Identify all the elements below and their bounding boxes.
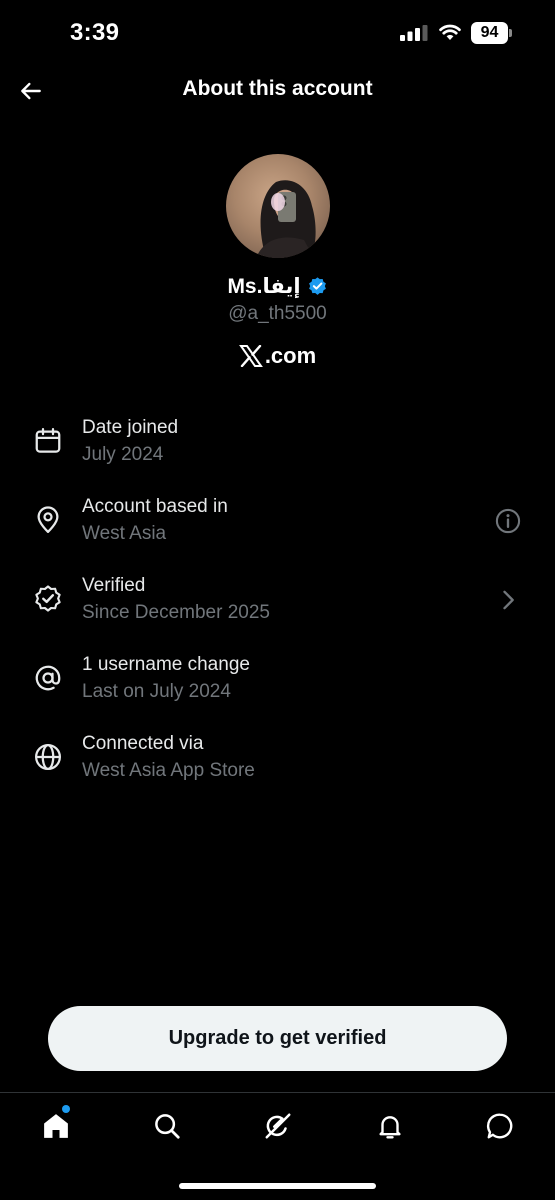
- info-title: Date joined: [82, 417, 179, 438]
- avatar-photo: [255, 180, 316, 258]
- tab-home[interactable]: [39, 1105, 73, 1143]
- info-icon[interactable]: [494, 507, 522, 535]
- cellular-signal-icon: [400, 25, 428, 41]
- home-icon: [44, 1114, 68, 1138]
- account-info-list: Date joined July 2024 Account based in W…: [0, 408, 555, 803]
- chevron-right-icon: [503, 590, 514, 610]
- info-title: Connected via: [82, 733, 204, 754]
- battery-cap: [509, 29, 512, 37]
- calendar-icon: [35, 428, 61, 453]
- verified-badge-icon: [308, 277, 326, 295]
- handle: @a_th5500: [228, 303, 327, 324]
- globe-icon: [35, 744, 61, 770]
- domain-text: .com: [264, 343, 317, 368]
- home-indicator[interactable]: [179, 1183, 376, 1189]
- info-row-connected-via: Connected via West Asia App Store: [0, 724, 555, 803]
- status-time: 3:39: [70, 19, 120, 46]
- header: About this account: [0, 64, 555, 116]
- x-logo-icon: [238, 345, 263, 367]
- info-subtitle: West Asia: [82, 523, 167, 544]
- notification-dot: [62, 1105, 70, 1113]
- info-subtitle: July 2024: [82, 444, 164, 465]
- profile-summary: Ms.إيفا @a_th5500 .com: [0, 154, 555, 369]
- info-subtitle: West Asia App Store: [82, 760, 255, 781]
- info-row-username-change: 1 username change Last on July 2024: [0, 645, 555, 724]
- at-sign-icon: [35, 665, 61, 691]
- location-pin-icon: [37, 506, 59, 533]
- avatar[interactable]: [225, 154, 330, 258]
- search-icon: [155, 1114, 180, 1139]
- tab-notifications[interactable]: [373, 1109, 407, 1143]
- status-bar: 3:39 94: [0, 0, 555, 64]
- info-row-date-joined: Date joined July 2024: [0, 408, 555, 487]
- domain-row: .com: [0, 343, 555, 369]
- messages-icon: [486, 1113, 513, 1139]
- tab-grok[interactable]: [261, 1109, 295, 1143]
- page-title: About this account: [182, 77, 373, 100]
- tab-messages[interactable]: [483, 1109, 517, 1143]
- info-row-verified[interactable]: Verified Since December 2025: [0, 566, 555, 645]
- wifi-icon: [439, 24, 461, 40]
- battery-indicator: 94: [471, 22, 513, 44]
- grok-icon: [265, 1113, 291, 1139]
- info-title: Verified: [82, 575, 146, 596]
- info-title: 1 username change: [82, 654, 250, 675]
- verified-seal-icon: [35, 585, 61, 612]
- info-row-account-based-in: Account based in West Asia: [0, 487, 555, 566]
- info-subtitle: Since December 2025: [82, 602, 270, 623]
- name-row: Ms.إيفا: [0, 274, 555, 299]
- notifications-icon: [379, 1116, 401, 1139]
- display-name: Ms.إيفا: [227, 275, 301, 298]
- upgrade-button[interactable]: Upgrade to get verified: [48, 1006, 507, 1071]
- tab-search[interactable]: [150, 1109, 184, 1143]
- info-title: Account based in: [82, 496, 228, 517]
- battery-level: 94: [471, 22, 508, 44]
- info-subtitle: Last on July 2024: [82, 681, 231, 702]
